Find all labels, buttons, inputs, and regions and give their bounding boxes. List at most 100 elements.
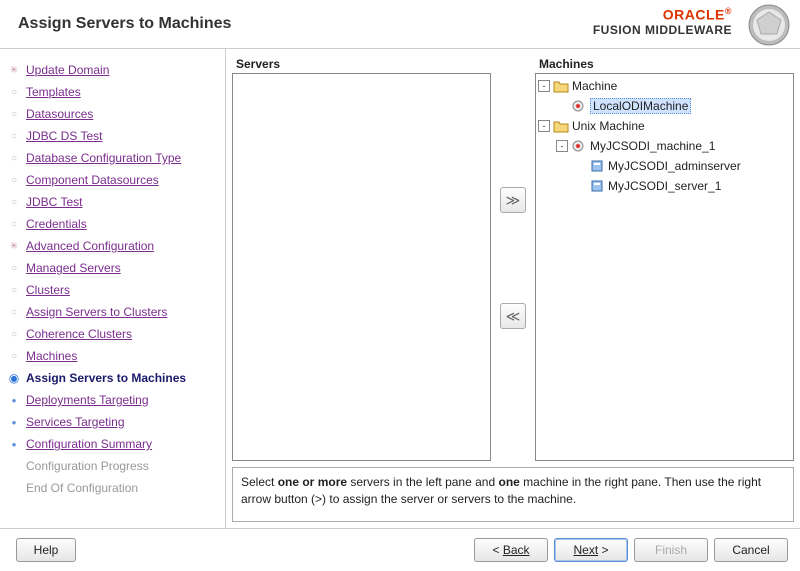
step-status-icon xyxy=(6,304,22,320)
tree-node-label: Unix Machine xyxy=(572,119,645,133)
wizard-footer: Help < Back Next > Finish Cancel xyxy=(0,529,800,571)
servers-pane: Servers xyxy=(232,55,491,461)
machines-pane-title: Machines xyxy=(535,55,794,73)
chevron-right-icon: ≫ xyxy=(506,192,521,209)
wizard-step[interactable]: Credentials xyxy=(6,213,219,235)
step-status-icon xyxy=(6,150,22,166)
hint-text: Select one or more servers in the left p… xyxy=(241,475,761,506)
wizard-step[interactable]: JDBC DS Test xyxy=(6,125,219,147)
step-status-icon xyxy=(6,84,22,100)
step-status-icon xyxy=(6,436,22,452)
servers-listbox[interactable] xyxy=(232,73,491,461)
wizard-step[interactable]: Deployments Targeting xyxy=(6,389,219,411)
hint-box: Select one or more servers in the left p… xyxy=(232,467,794,522)
step-status-icon xyxy=(6,238,22,254)
step-status-icon xyxy=(6,260,22,276)
step-label: Update Domain xyxy=(26,63,109,77)
unassign-left-button[interactable]: ≪ xyxy=(500,303,526,329)
wizard-step[interactable]: Managed Servers xyxy=(6,257,219,279)
step-status-icon xyxy=(6,414,22,430)
chevron-left-icon: ≪ xyxy=(506,308,521,325)
servers-pane-title: Servers xyxy=(232,55,491,73)
wizard-step[interactable]: Templates xyxy=(6,81,219,103)
page-title: Assign Servers to Machines xyxy=(18,15,231,33)
tree-node[interactable]: - Machine xyxy=(538,76,791,96)
wizard-step[interactable]: Datasources xyxy=(6,103,219,125)
step-status-icon xyxy=(6,106,22,122)
tree-toggle[interactable]: - xyxy=(556,140,568,152)
step-label: Credentials xyxy=(26,217,87,231)
tree-node-label: Machine xyxy=(572,79,617,93)
step-label: JDBC Test xyxy=(26,195,82,209)
move-button-column: ≫ ≪ xyxy=(497,55,529,461)
tree-node[interactable]: - MyJCSODI_machine_1 xyxy=(538,136,791,156)
wizard-step[interactable]: Configuration Summary xyxy=(6,433,219,455)
tree-node-label: LocalODIMachine xyxy=(590,98,691,114)
step-status-icon xyxy=(6,216,22,232)
machine-icon xyxy=(571,139,587,153)
machines-pane: Machines -MachineLocalODIMachine-Unix Ma… xyxy=(535,55,794,461)
tree-node[interactable]: MyJCSODI_server_1 xyxy=(538,176,791,196)
server-icon xyxy=(589,179,605,193)
back-button[interactable]: < Back xyxy=(474,538,548,562)
step-status-icon xyxy=(6,326,22,342)
step-label: End Of Configuration xyxy=(26,481,138,495)
step-label: Machines xyxy=(26,349,77,363)
assign-right-button[interactable]: ≫ xyxy=(500,187,526,213)
step-label: Templates xyxy=(26,85,81,99)
step-status-icon xyxy=(6,348,22,364)
wizard-step[interactable]: Machines xyxy=(6,345,219,367)
wizard-step[interactable]: JDBC Test xyxy=(6,191,219,213)
tree-toggle[interactable]: - xyxy=(538,80,550,92)
tree-node[interactable]: - Unix Machine xyxy=(538,116,791,136)
wizard-step: End Of Configuration xyxy=(6,477,219,499)
step-status-icon xyxy=(6,282,22,298)
tree-node-label: MyJCSODI_server_1 xyxy=(608,179,721,193)
cancel-button[interactable]: Cancel xyxy=(714,538,788,562)
wizard-step[interactable]: Coherence Clusters xyxy=(6,323,219,345)
step-label: Assign Servers to Clusters xyxy=(26,305,167,319)
wizard-step[interactable]: Update Domain xyxy=(6,59,219,81)
step-status-icon xyxy=(6,458,22,474)
step-label: Deployments Targeting xyxy=(26,393,149,407)
wizard-step[interactable]: Assign Servers to Clusters xyxy=(6,301,219,323)
step-status-icon xyxy=(6,480,22,496)
tree-toggle[interactable]: - xyxy=(538,120,550,132)
machines-tree[interactable]: -MachineLocalODIMachine-Unix Machine-MyJ… xyxy=(535,73,794,461)
step-status-icon xyxy=(6,392,22,408)
step-status-icon xyxy=(6,172,22,188)
folder-icon xyxy=(553,119,569,133)
help-button[interactable]: Help xyxy=(16,538,76,562)
step-status-icon xyxy=(6,62,22,78)
step-label: Assign Servers to Machines xyxy=(26,371,186,385)
wizard-step[interactable]: Clusters xyxy=(6,279,219,301)
tree-node[interactable]: MyJCSODI_adminserver xyxy=(538,156,791,176)
content-area: Servers ≫ ≪ Machines - Machine LocalODIMac… xyxy=(225,49,800,528)
step-label: Managed Servers xyxy=(26,261,121,275)
wizard-steps-sidebar: Update Domain Templates Datasources JDBC DS… xyxy=(0,49,225,528)
step-label: Clusters xyxy=(26,283,70,297)
tree-node[interactable]: LocalODIMachine xyxy=(538,96,791,116)
step-label: Coherence Clusters xyxy=(26,327,132,341)
wizard-step[interactable]: Services Targeting xyxy=(6,411,219,433)
brand-block: ORACLE® FUSION MIDDLEWARE xyxy=(593,6,732,37)
server-icon xyxy=(589,159,605,173)
wizard-step[interactable]: Component Datasources xyxy=(6,169,219,191)
step-label: Configuration Progress xyxy=(26,459,149,473)
step-label: Services Targeting xyxy=(26,415,125,429)
folder-icon xyxy=(553,79,569,93)
wizard-step[interactable]: Advanced Configuration xyxy=(6,235,219,257)
step-label: Configuration Summary xyxy=(26,437,152,451)
brand-logo-icon xyxy=(748,4,790,46)
tree-node-label: MyJCSODI_machine_1 xyxy=(590,139,715,153)
next-button[interactable]: Next > xyxy=(554,538,628,562)
wizard-step[interactable]: Database Configuration Type xyxy=(6,147,219,169)
step-label: Datasources xyxy=(26,107,93,121)
step-status-icon xyxy=(6,370,22,386)
brand-name: ORACLE xyxy=(663,7,725,23)
wizard-header: Assign Servers to Machines ORACLE® FUSIO… xyxy=(0,0,800,48)
machine-icon xyxy=(571,99,587,113)
wizard-step[interactable]: Assign Servers to Machines xyxy=(6,367,219,389)
step-label: JDBC DS Test xyxy=(26,129,102,143)
finish-button: Finish xyxy=(634,538,708,562)
